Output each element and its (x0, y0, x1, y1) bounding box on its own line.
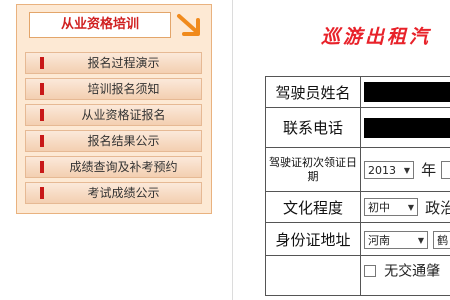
sidebar-item-registration-demo[interactable]: 报名过程演示 (25, 52, 202, 74)
driver-name-label: 驾驶员姓名 (265, 76, 361, 108)
driver-name-field[interactable] (360, 76, 450, 108)
bullet-bar-icon (40, 187, 44, 199)
sidebar-item-registration-results[interactable]: 报名结果公示 (25, 130, 202, 152)
sidebar-item-qualification-registration[interactable]: 从业资格证报名 (25, 104, 202, 126)
sidebar-item-label: 考试成绩公示 (87, 186, 160, 200)
license-date-field: 2013 ▼ 年 (360, 147, 450, 192)
sidebar-item-label: 成绩查询及补考预约 (69, 160, 178, 174)
sidebar-item-label: 从业资格证报名 (81, 108, 166, 122)
redacted-value (364, 117, 450, 138)
education-field: 初中 ▼ 政治 (360, 191, 450, 223)
no-violation-field: 无交通肇 (360, 255, 450, 296)
license-month-select[interactable] (441, 160, 450, 179)
no-violation-checkbox[interactable] (364, 264, 376, 277)
phone-label: 联系电话 (265, 107, 361, 148)
sidebar-item-label: 培训报名须知 (87, 82, 160, 96)
sidebar-item-exam-results[interactable]: 考试成绩公示 (25, 182, 202, 204)
sidebar-item-label: 报名结果公示 (87, 134, 160, 148)
sidebar-item-label: 报名过程演示 (87, 56, 160, 70)
sidebar-menu: 报名过程演示 培训报名须知 从业资格证报名 报名结果公示 成绩查询及补考预约 考… (25, 52, 202, 208)
sidebar-item-training-notice[interactable]: 培训报名须知 (25, 78, 202, 100)
bullet-bar-icon (40, 109, 44, 121)
bullet-bar-icon (40, 83, 44, 95)
sidebar-item-score-query[interactable]: 成绩查询及补考预约 (25, 156, 202, 178)
no-violation-label: 无交通肇 (384, 263, 441, 280)
license-date-label: 驾驶证初次领证日期 (265, 147, 361, 192)
sidebar: 从业资格培训 报名过程演示 培训报名须知 从业资格证报名 报名结果公示 成绩查询… (16, 4, 212, 214)
arrow-down-right-icon (177, 14, 200, 36)
city-select[interactable]: 鹤 (433, 230, 450, 249)
sidebar-header: 从业资格培训 (29, 12, 171, 38)
chevron-down-icon: ▼ (403, 165, 410, 175)
empty-label-cell (265, 255, 361, 296)
education-label: 文化程度 (265, 191, 361, 223)
license-year-select[interactable]: 2013 ▼ (364, 160, 414, 179)
chevron-down-icon: ▼ (417, 235, 424, 245)
id-address-label: 身份证地址 (265, 222, 361, 256)
phone-field[interactable] (360, 107, 450, 148)
province-select[interactable]: 河南 ▼ (364, 230, 428, 249)
redacted-value (364, 82, 450, 103)
bullet-bar-icon (40, 135, 44, 147)
education-select[interactable]: 初中 ▼ (364, 198, 418, 216)
chevron-down-icon: ▼ (407, 203, 414, 212)
bullet-bar-icon (40, 161, 44, 173)
education-trailing-label: 政治 (425, 198, 450, 217)
year-unit-label: 年 (421, 161, 437, 179)
registration-form-area: 巡游出租汽 驾驶员姓名 联系电话 驾驶证初次领证日期 2013 ▼ 年 文化程度… (232, 0, 450, 300)
registration-form: 驾驶员姓名 联系电话 驾驶证初次领证日期 2013 ▼ 年 文化程度 初中 ▼ … (265, 76, 450, 296)
page-title: 巡游出租汽 (321, 26, 432, 48)
bullet-bar-icon (40, 57, 44, 69)
id-address-field: 河南 ▼ 鹤 (360, 222, 450, 256)
